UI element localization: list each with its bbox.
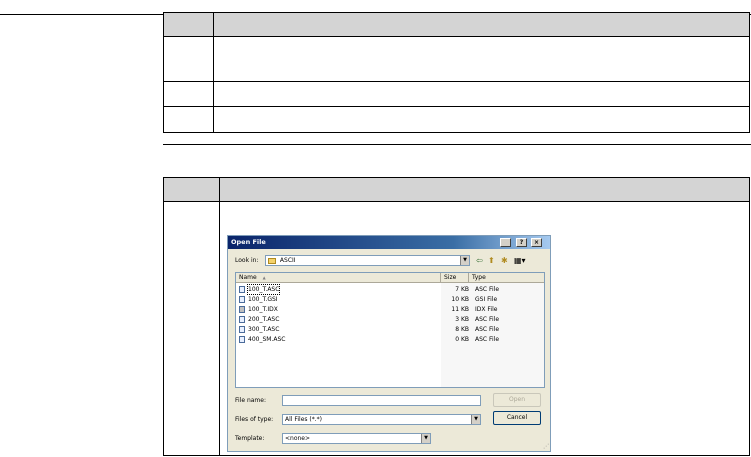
file-type: ASC File [475, 316, 500, 323]
open-button[interactable]: Open [493, 393, 541, 407]
close-button[interactable]: × [531, 238, 542, 247]
file-name: 100_T.GSI [248, 296, 278, 303]
chevron-down-icon: ▼ [421, 434, 430, 443]
file-name: 400_SM.ASC [248, 336, 286, 343]
file-icon [239, 306, 245, 313]
upper-table-header-row [163, 12, 750, 37]
table-row [163, 81, 750, 107]
file-type: ASC File [475, 336, 500, 343]
file-name: 300_T.ASC [248, 326, 280, 333]
file-type: GSI File [475, 296, 498, 303]
column-name-label: Name [239, 274, 257, 281]
window-icon [500, 238, 511, 247]
column-header-type[interactable]: Type [469, 273, 544, 283]
table-row [163, 36, 750, 82]
view-menu-icon[interactable]: ▦▾ [514, 256, 526, 266]
template-label: Template: [235, 435, 265, 442]
files-of-type-value: All Files (*.*) [285, 416, 323, 423]
table-row [163, 106, 750, 133]
sort-ascending-icon: ▲ [262, 275, 266, 280]
file-size: 10 KB [451, 296, 469, 303]
files-of-type-label: Files of type: [235, 416, 274, 423]
middle-rule [163, 144, 751, 145]
file-icon [239, 296, 245, 303]
look-in-combo[interactable]: ASCII ▼ [265, 255, 470, 266]
file-size: 8 KB [455, 326, 469, 333]
look-in-value: ASCII [279, 257, 296, 264]
template-value: <none> [285, 435, 311, 442]
file-name: 200_T.ASC [248, 316, 280, 323]
chevron-down-icon: ▼ [460, 256, 469, 265]
back-icon[interactable]: ⇦ [476, 256, 483, 266]
file-name-field[interactable] [282, 395, 481, 406]
file-type: ASC File [475, 286, 500, 293]
list-item[interactable]: 100_T.ASC 7 KB ASC File [236, 284, 544, 295]
file-list[interactable]: Name ▲ Size Type 100_T.ASC 7 KB ASC File… [235, 272, 545, 388]
column-header-size[interactable]: Size [441, 273, 469, 283]
file-name: 100_T.IDX [248, 306, 278, 313]
file-name-label: File name: [235, 397, 266, 404]
lower-table-header-row [163, 177, 750, 202]
list-item[interactable]: 400_SM.ASC 0 KB ASC File [236, 335, 544, 344]
list-item[interactable]: 300_T.ASC 8 KB ASC File [236, 325, 544, 334]
file-icon [239, 326, 245, 333]
lower-header-cell-1 [163, 177, 220, 202]
chevron-down-icon: ▼ [471, 415, 480, 424]
file-name: 100_T.ASC [246, 284, 281, 295]
cancel-button[interactable]: Cancel [493, 411, 541, 425]
column-size-label: Size [444, 274, 457, 281]
lower-header-cell-2 [219, 177, 750, 202]
upper-header-cell-1 [163, 12, 214, 37]
new-folder-icon[interactable]: ✱ [501, 256, 508, 266]
folder-icon [268, 257, 276, 264]
resize-grip-icon[interactable]: ⋰ [543, 443, 549, 450]
upper-header-cell-2 [213, 12, 750, 37]
upper-table [163, 12, 750, 133]
file-icon [239, 336, 245, 343]
file-type: ASC File [475, 326, 500, 333]
open-file-dialog: Open File ? × Look in: ASCII ▼ ⇦ ⬆ ✱ ▦▾ … [227, 235, 551, 452]
list-item[interactable]: 100_T.IDX 11 KB IDX File [236, 305, 544, 314]
file-icon [239, 316, 245, 323]
dialog-title: Open File [231, 238, 266, 246]
look-in-label: Look in: [235, 257, 259, 264]
column-header-name[interactable]: Name ▲ [236, 273, 441, 283]
file-size: 3 KB [455, 316, 469, 323]
list-item[interactable]: 200_T.ASC 3 KB ASC File [236, 315, 544, 324]
file-size: 11 KB [451, 306, 469, 313]
list-item[interactable]: 100_T.GSI 10 KB GSI File [236, 295, 544, 304]
file-size: 0 KB [455, 336, 469, 343]
template-combo[interactable]: <none> ▼ [282, 433, 431, 444]
file-type: IDX File [475, 306, 498, 313]
files-of-type-combo[interactable]: All Files (*.*) ▼ [282, 414, 481, 425]
up-folder-icon[interactable]: ⬆ [488, 256, 495, 266]
file-icon [239, 286, 245, 293]
column-type-label: Type [472, 274, 486, 281]
help-button[interactable]: ? [516, 238, 527, 247]
file-size: 7 KB [455, 286, 469, 293]
